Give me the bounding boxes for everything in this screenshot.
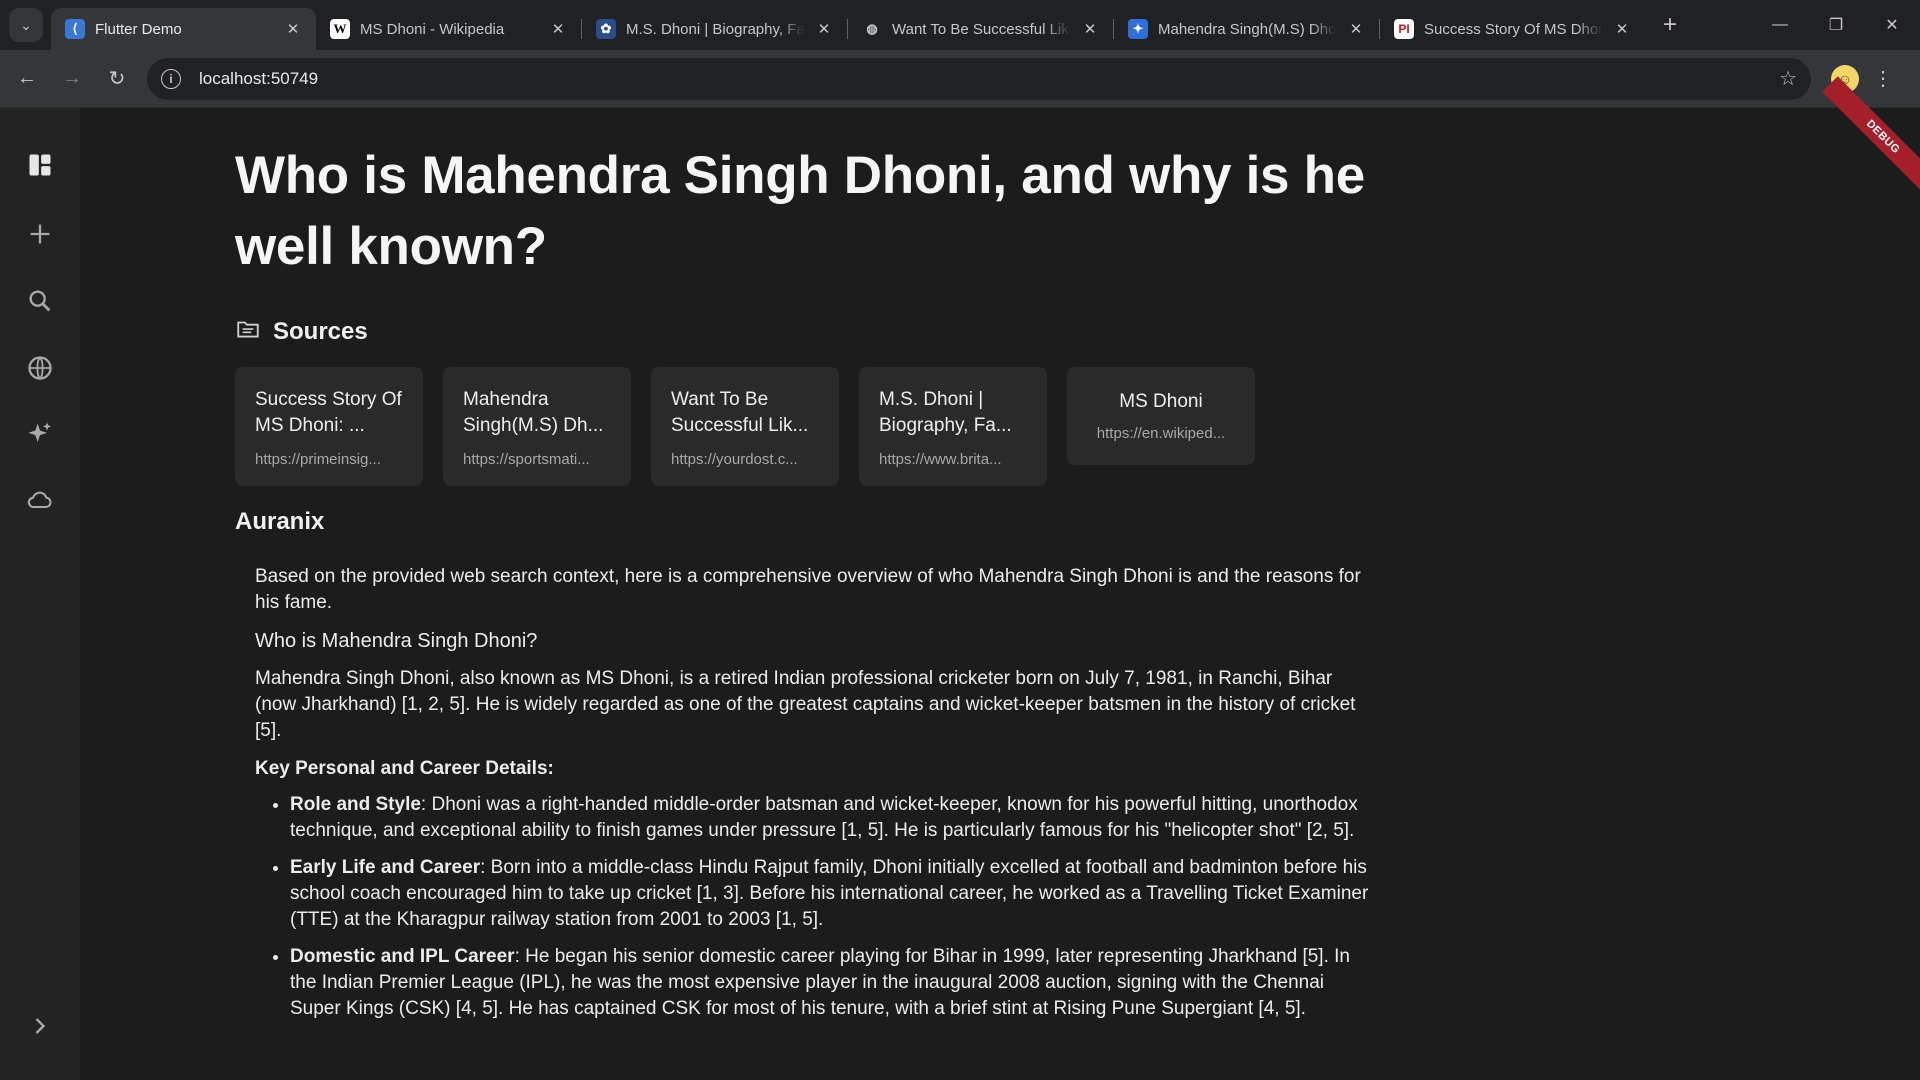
browser-toolbar: ← → ↻ i localhost:50749 ☆ ☺ ⋮ — [0, 50, 1920, 108]
source-title: MS Dhoni — [1119, 391, 1203, 412]
source-title: Want To Be Successful Lik... — [671, 389, 809, 436]
flutter-icon: ⟨ — [65, 19, 85, 39]
question-title: Who is Mahendra Singh Dhoni, and why is … — [235, 146, 1365, 276]
source-card[interactable]: M.S. Dhoni | Biography, Fa... https://ww… — [859, 367, 1047, 486]
restore-icon[interactable]: ❐ — [1808, 0, 1864, 50]
tab-flutter-demo[interactable]: ⟨ Flutter Demo ✕ — [51, 8, 316, 50]
browser-menu-icon[interactable]: ⋮ — [1873, 66, 1893, 91]
browser-tabstrip: ⌄ ⟨ Flutter Demo ✕ W MS Dhoni - Wikipedi… — [0, 0, 1920, 50]
tab-title: Flutter Demo — [95, 20, 182, 38]
tab-search-button[interactable]: ⌄ — [9, 8, 43, 42]
reload-button[interactable]: ↻ — [99, 61, 135, 97]
tab-title: M.S. Dhoni | Biography, Facts — [626, 20, 805, 38]
list-item: Early Life and Career: Born into a middl… — [290, 855, 1375, 933]
close-tab-icon[interactable]: ✕ — [284, 20, 302, 38]
tab-wikipedia[interactable]: W MS Dhoni - Wikipedia ✕ — [316, 8, 581, 50]
sources-header: Sources — [235, 316, 1375, 347]
source-card[interactable]: Success Story Of MS Dhoni: ... https://p… — [235, 367, 423, 486]
list-item: Role and Style: Dhoni was a right-handed… — [290, 792, 1375, 844]
tab-title: Mahendra Singh(M.S) Dhoni — [1158, 20, 1337, 38]
source-url: https://yourdost.c... — [671, 451, 798, 468]
list-item: Domestic and IPL Career: He began his se… — [290, 944, 1375, 1022]
globe-icon[interactable] — [20, 348, 60, 388]
answer-bullets: Role and Style: Dhoni was a right-handed… — [255, 792, 1375, 1022]
dashboard-icon[interactable] — [20, 145, 60, 185]
answer-heading: Who is Mahendra Singh Dhoni? — [255, 630, 538, 652]
wikipedia-icon: W — [330, 19, 350, 39]
tab-title: MS Dhoni - Wikipedia — [360, 20, 505, 38]
arrow-right-icon: → — [62, 67, 82, 89]
plus-icon: + — [1662, 11, 1677, 38]
source-title: Success Story Of MS Dhoni: ... — [255, 389, 402, 436]
tab-primeinsights[interactable]: PI Success Story Of MS Dhoni ✕ — [1380, 8, 1645, 50]
window-controls: — ❐ ✕ — [1752, 0, 1920, 50]
primeinsights-icon: PI — [1394, 19, 1414, 39]
source-url: https://sportsmati... — [463, 451, 590, 468]
bullet-label: Role and Style — [290, 794, 421, 815]
bookmark-star-icon[interactable]: ☆ — [1779, 66, 1797, 91]
search-icon[interactable] — [20, 281, 60, 321]
side-rail — [0, 108, 80, 1080]
minimize-icon[interactable]: — — [1752, 0, 1808, 50]
main-content: Who is Mahendra Singh Dhoni, and why is … — [235, 108, 1375, 1033]
folder-icon — [235, 316, 261, 347]
sources-label: Sources — [273, 317, 368, 345]
answer-body: Based on the provided web search context… — [235, 564, 1375, 1022]
source-title: Mahendra Singh(M.S) Dh... — [463, 389, 604, 436]
source-url: https://primeinsig... — [255, 451, 381, 468]
tab-title: Success Story Of MS Dhoni — [1424, 20, 1603, 38]
answer-intro: Based on the provided web search context… — [255, 566, 1361, 613]
tab-title: Want To Be Successful Like — [892, 20, 1071, 38]
address-bar[interactable]: i localhost:50749 ☆ — [147, 57, 1811, 100]
bullet-text: : Dhoni was a right-handed middle-order … — [290, 794, 1358, 841]
close-tab-icon[interactable]: ✕ — [815, 20, 833, 38]
tab-sportsmatik[interactable]: ✦ Mahendra Singh(M.S) Dhoni ✕ — [1114, 8, 1379, 50]
source-url: https://www.brita... — [879, 451, 1002, 468]
app-root: DEBUG Who is Mahendra Singh Dhoni, and w… — [0, 76, 1920, 1080]
chevron-right-icon[interactable] — [20, 1006, 60, 1046]
new-tab-button[interactable]: + — [1653, 8, 1687, 42]
bullet-label: Early Life and Career — [290, 857, 481, 878]
bullet-label: Domestic and IPL Career — [290, 946, 515, 967]
sources-list: Success Story Of MS Dhoni: ... https://p… — [235, 367, 1375, 486]
arrow-left-icon: ← — [17, 67, 37, 89]
reload-icon: ↻ — [108, 68, 126, 90]
source-card[interactable]: Want To Be Successful Lik... https://you… — [651, 367, 839, 486]
chevron-down-icon: ⌄ — [20, 16, 32, 33]
close-window-icon[interactable]: ✕ — [1864, 0, 1920, 50]
cloud-icon[interactable] — [20, 480, 60, 520]
url-text[interactable]: localhost:50749 — [199, 69, 1779, 89]
close-tab-icon[interactable]: ✕ — [549, 20, 567, 38]
sparkle-icon[interactable] — [20, 414, 60, 454]
back-button[interactable]: ← — [9, 61, 45, 97]
plus-icon[interactable] — [20, 214, 60, 254]
close-tab-icon[interactable]: ✕ — [1347, 20, 1365, 38]
source-url: https://en.wikiped... — [1096, 425, 1226, 442]
site-info-icon[interactable]: i — [161, 68, 181, 89]
answer-paragraph: Mahendra Singh Dhoni, also known as MS D… — [255, 668, 1356, 741]
close-tab-icon[interactable]: ✕ — [1081, 20, 1099, 38]
forward-button[interactable]: → — [54, 61, 90, 97]
source-title: M.S. Dhoni | Biography, Fa... — [879, 389, 1012, 436]
source-card[interactable]: Mahendra Singh(M.S) Dh... https://sports… — [443, 367, 631, 486]
tab-yourdost[interactable]: ◍ Want To Be Successful Like ✕ — [848, 8, 1113, 50]
sportsmatik-icon: ✦ — [1128, 19, 1148, 39]
tab-britannica[interactable]: ✿ M.S. Dhoni | Biography, Facts ✕ — [582, 8, 847, 50]
source-card[interactable]: MS Dhoni https://en.wikiped... — [1067, 367, 1255, 465]
assistant-name: Auranix — [235, 508, 325, 535]
britannica-icon: ✿ — [596, 19, 616, 39]
globe-icon: ◍ — [866, 21, 878, 36]
key-details-label: Key Personal and Career Details: — [255, 758, 554, 779]
close-tab-icon[interactable]: ✕ — [1613, 20, 1631, 38]
